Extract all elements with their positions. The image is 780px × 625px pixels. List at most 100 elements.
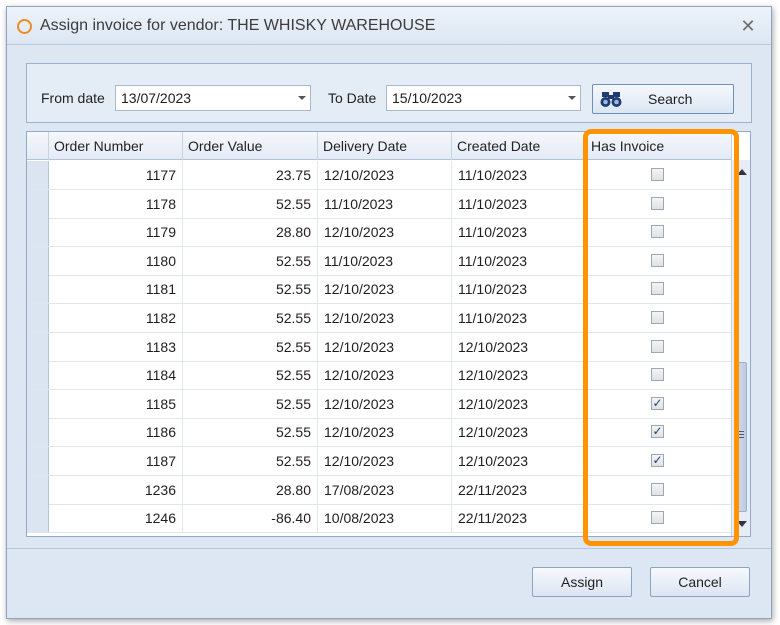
table-row[interactable]: 1187 52.55 12/10/2023 12/10/2023 ✓	[27, 447, 732, 476]
checkbox-unchecked[interactable]	[651, 168, 664, 181]
cell-created-date: 12/10/2023	[452, 418, 586, 447]
orders-grid: Order Number Order Value Delivery Date C…	[26, 131, 751, 537]
cell-delivery-date: 12/10/2023	[318, 275, 452, 304]
checkbox-unchecked[interactable]	[651, 225, 664, 239]
row-indicator[interactable]	[27, 189, 49, 218]
row-indicator[interactable]	[27, 246, 49, 275]
column-header-has-invoice[interactable]: Has Invoice	[586, 132, 732, 160]
cell-delivery-date: 12/10/2023	[318, 304, 452, 332]
table-row[interactable]: 1185 52.55 12/10/2023 12/10/2023 ✓	[27, 389, 732, 419]
scroll-up-icon[interactable]	[737, 169, 747, 175]
cell-order-value: 52.55	[183, 246, 318, 275]
checkbox-unchecked[interactable]	[651, 511, 664, 525]
cell-created-date: 12/10/2023	[452, 389, 586, 418]
cell-order-value: 52.55	[183, 304, 318, 332]
row-indicator[interactable]	[27, 332, 49, 361]
table-row[interactable]: 1182 52.55 12/10/2023 11/10/2023	[27, 304, 732, 333]
cell-delivery-date: 10/08/2023	[318, 504, 452, 533]
cell-created-date: 22/11/2023	[452, 504, 586, 533]
footer-divider	[7, 548, 771, 549]
cell-order-value: 23.75	[183, 161, 318, 189]
cell-created-date: 11/10/2023	[452, 275, 586, 304]
checkbox-unchecked[interactable]	[651, 339, 664, 353]
row-indicator[interactable]	[27, 275, 49, 304]
cell-has-invoice	[586, 304, 732, 332]
row-indicator[interactable]	[27, 218, 49, 247]
cell-order-number: 1187	[49, 447, 183, 475]
checkbox-unchecked[interactable]	[651, 311, 664, 324]
row-indicator[interactable]	[27, 361, 49, 390]
cell-delivery-date: 12/10/2023	[318, 361, 452, 390]
to-date-label: To Date	[328, 90, 377, 106]
cell-delivery-date: 17/08/2023	[318, 475, 452, 504]
cell-order-number: 1183	[49, 332, 183, 361]
cell-order-number: 1184	[49, 361, 183, 390]
assign-button[interactable]: Assign	[532, 567, 632, 597]
cell-created-date: 11/10/2023	[452, 218, 586, 247]
scroll-thumb[interactable]	[735, 362, 747, 512]
to-date-picker[interactable]: 15/10/2023	[386, 85, 581, 111]
table-row[interactable]: 1180 52.55 11/10/2023 11/10/2023	[27, 246, 732, 276]
assign-invoice-dialog: Assign invoice for vendor: THE WHISKY WA…	[6, 6, 772, 619]
checkbox-unchecked[interactable]	[651, 482, 664, 496]
app-ring-icon	[17, 19, 32, 34]
cell-has-invoice	[586, 361, 732, 390]
cell-delivery-date: 11/10/2023	[318, 246, 452, 275]
scroll-down-icon[interactable]	[737, 521, 747, 527]
cell-has-invoice	[586, 218, 732, 247]
checkbox-unchecked[interactable]	[651, 368, 664, 382]
checkbox-checked[interactable]: ✓	[651, 396, 664, 410]
table-row[interactable]: 1181 52.55 12/10/2023 11/10/2023	[27, 275, 732, 305]
close-icon[interactable]: ✕	[735, 13, 761, 39]
row-indicator[interactable]	[27, 389, 49, 418]
row-indicator[interactable]	[27, 418, 49, 447]
checkbox-checked[interactable]: ✓	[651, 425, 664, 439]
row-indicator[interactable]	[27, 304, 49, 332]
binoculars-icon	[599, 90, 625, 111]
checkbox-unchecked[interactable]	[651, 253, 664, 267]
table-row[interactable]: 1177 23.75 12/10/2023 11/10/2023	[27, 161, 732, 190]
cell-created-date: 11/10/2023	[452, 189, 586, 218]
table-row[interactable]: 1179 28.80 12/10/2023 11/10/2023	[27, 218, 732, 248]
cell-delivery-date: 12/10/2023	[318, 447, 452, 475]
cell-order-number: 1178	[49, 189, 183, 218]
row-indicator[interactable]	[27, 447, 49, 475]
column-header-created-date[interactable]: Created Date	[452, 132, 586, 160]
cell-delivery-date: 12/10/2023	[318, 218, 452, 247]
checkbox-unchecked[interactable]	[651, 196, 664, 210]
cell-order-number: 1185	[49, 389, 183, 418]
table-row[interactable]: 1246 -86.40 10/08/2023 22/11/2023	[27, 504, 732, 534]
row-indicator[interactable]	[27, 475, 49, 504]
from-date-picker[interactable]: 13/07/2023	[115, 85, 311, 111]
cell-created-date: 11/10/2023	[452, 304, 586, 332]
row-indicator[interactable]	[27, 504, 49, 533]
cell-order-number: 1179	[49, 218, 183, 247]
checkbox-checked[interactable]: ✓	[651, 454, 664, 467]
table-row[interactable]: 1186 52.55 12/10/2023 12/10/2023 ✓	[27, 418, 732, 448]
column-header-delivery-date[interactable]: Delivery Date	[318, 132, 452, 160]
table-row[interactable]: 1184 52.55 12/10/2023 12/10/2023	[27, 361, 732, 391]
column-header-order-number[interactable]: Order Number	[49, 132, 183, 160]
search-button[interactable]: Search	[592, 84, 734, 114]
table-row[interactable]: 1183 52.55 12/10/2023 12/10/2023	[27, 332, 732, 362]
cell-order-value: 52.55	[183, 447, 318, 475]
column-header-order-value[interactable]: Order Value	[183, 132, 318, 160]
cell-created-date: 12/10/2023	[452, 447, 586, 475]
chevron-down-icon[interactable]	[298, 96, 306, 100]
from-date-value: 13/07/2023	[121, 90, 192, 106]
cell-order-value: 28.80	[183, 218, 318, 247]
cell-created-date: 11/10/2023	[452, 161, 586, 189]
vertical-scrollbar[interactable]	[731, 160, 750, 536]
table-row[interactable]: 1236 28.80 17/08/2023 22/11/2023	[27, 475, 732, 505]
cell-created-date: 11/10/2023	[452, 246, 586, 275]
row-indicator[interactable]	[27, 161, 49, 189]
table-row[interactable]: 1178 52.55 11/10/2023 11/10/2023	[27, 189, 732, 219]
chevron-down-icon[interactable]	[568, 96, 576, 100]
cell-has-invoice: ✓	[586, 389, 732, 418]
cell-order-number: 1182	[49, 304, 183, 332]
cell-has-invoice	[586, 275, 732, 304]
grid-header: Order Number Order Value Delivery Date C…	[27, 132, 732, 160]
cancel-button[interactable]: Cancel	[650, 567, 750, 597]
checkbox-unchecked[interactable]	[651, 282, 664, 296]
cell-delivery-date: 12/10/2023	[318, 418, 452, 447]
